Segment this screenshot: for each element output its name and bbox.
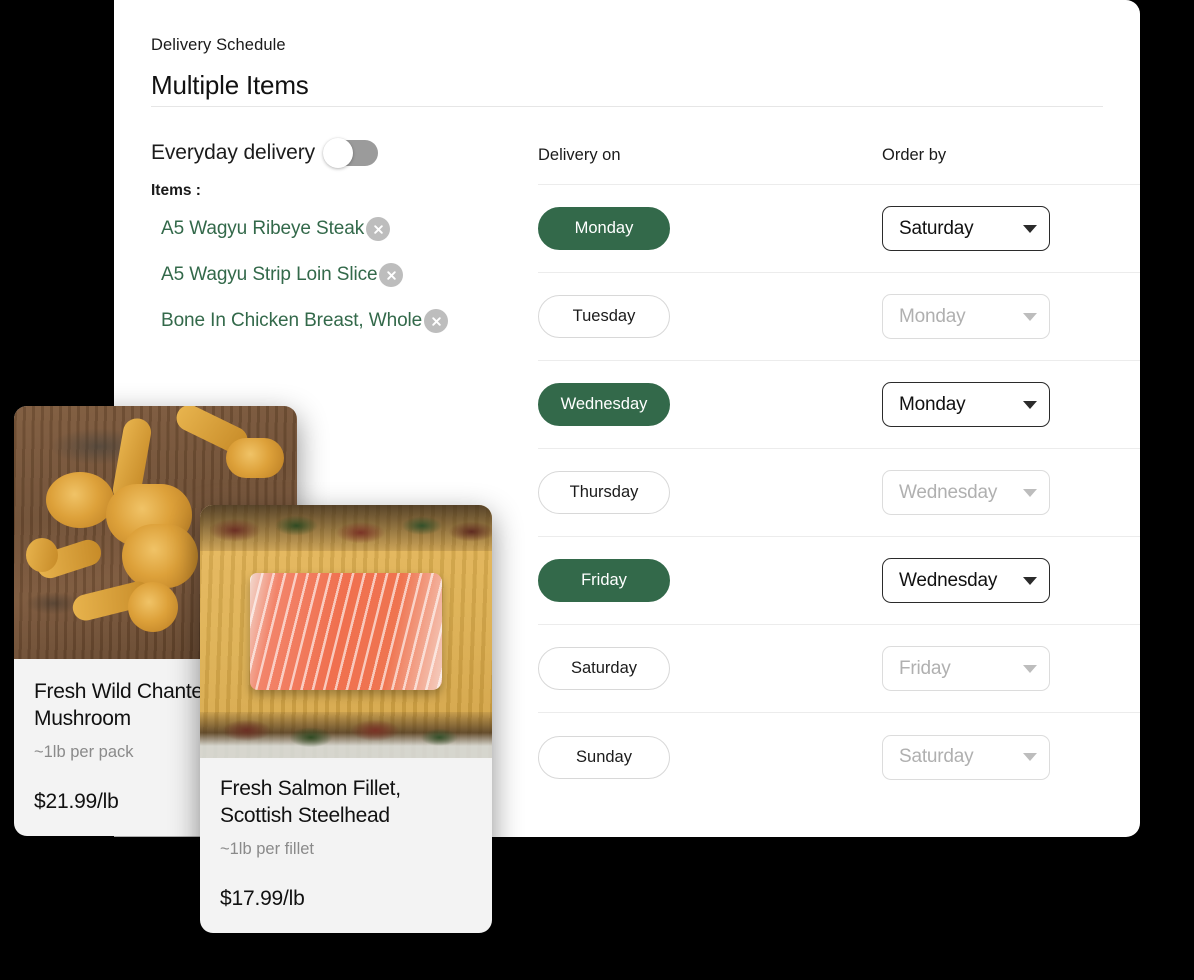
order-by-select-saturday[interactable]: Friday — [882, 646, 1050, 691]
day-toggle-sunday[interactable]: Sunday — [538, 735, 670, 779]
day-label: Monday — [574, 219, 634, 237]
everyday-delivery-toggle[interactable] — [323, 138, 379, 168]
order-by-value: Saturday — [899, 217, 974, 239]
order-by-value: Wednesday — [899, 569, 998, 591]
chevron-down-icon — [1023, 753, 1037, 761]
chevron-down-icon — [1023, 576, 1037, 585]
column-header-delivery-on: Delivery on — [538, 146, 621, 164]
everyday-delivery-row: Everyday delivery — [151, 138, 379, 168]
table-header-row: Delivery on Order by — [538, 132, 1140, 185]
table-row: Wednesday Monday — [538, 361, 1140, 449]
day-toggle-tuesday[interactable]: Tuesday — [538, 295, 670, 338]
order-by-select-monday[interactable]: Saturday — [882, 206, 1050, 251]
order-by-value: Monday — [899, 305, 966, 327]
order-by-value: Friday — [899, 657, 951, 679]
close-circle-icon[interactable] — [424, 309, 449, 333]
list-item: A5 Wagyu Ribeye Steak — [161, 212, 448, 246]
product-subtitle: ~1lb per fillet — [220, 839, 315, 858]
day-toggle-saturday[interactable]: Saturday — [538, 647, 670, 690]
product-title: Fresh Salmon Fillet, Scottish Steelhead — [220, 777, 401, 827]
chevron-down-icon — [1023, 488, 1037, 497]
chevron-down-icon — [1023, 224, 1037, 233]
item-name: Bone In Chicken Breast, Whole — [161, 310, 423, 331]
day-label: Tuesday — [572, 307, 636, 325]
order-by-select-tuesday[interactable]: Monday — [882, 294, 1050, 339]
table-row: Monday Saturday — [538, 185, 1140, 273]
day-toggle-monday[interactable]: Monday — [538, 207, 670, 250]
product-card-salmon[interactable]: Fresh Salmon Fillet, Scottish Steelhead … — [200, 505, 492, 933]
screen: Delivery Schedule Multiple Items Everyda… — [0, 0, 1194, 980]
list-item: Bone In Chicken Breast, Whole — [161, 304, 449, 338]
product-info-salmon: Fresh Salmon Fillet, Scottish Steelhead … — [200, 758, 492, 933]
page-title: Multiple Items — [151, 70, 309, 100]
day-label: Friday — [581, 571, 627, 589]
day-label: Saturday — [570, 659, 638, 677]
product-photo-salmon — [200, 505, 492, 758]
close-circle-icon[interactable] — [379, 263, 404, 287]
order-by-value: Wednesday — [899, 481, 998, 503]
item-name: A5 Wagyu Ribeye Steak — [161, 218, 365, 239]
close-circle-icon[interactable] — [366, 217, 391, 241]
order-by-select-wednesday[interactable]: Monday — [882, 382, 1050, 427]
product-price: $17.99/lb — [220, 886, 305, 910]
table-row: Sunday Saturday — [538, 713, 1140, 801]
chevron-down-icon — [1023, 400, 1037, 409]
day-toggle-wednesday[interactable]: Wednesday — [538, 383, 670, 426]
order-by-value: Monday — [899, 393, 966, 415]
title-divider — [151, 106, 1103, 107]
day-toggle-thursday[interactable]: Thursday — [538, 471, 670, 514]
table-row: Friday Wednesday — [538, 537, 1140, 625]
day-label: Sunday — [576, 747, 632, 766]
breadcrumb: Delivery Schedule — [151, 36, 286, 54]
day-toggle-friday[interactable]: Friday — [538, 559, 670, 602]
item-name: A5 Wagyu Strip Loin Slice — [161, 264, 378, 285]
order-by-select-sunday[interactable]: Saturday — [882, 734, 1050, 780]
order-by-value: Saturday — [899, 746, 974, 767]
column-header-order-by: Order by — [882, 146, 947, 164]
chevron-down-icon — [1023, 312, 1037, 321]
day-label: Wednesday — [560, 395, 648, 413]
list-item: A5 Wagyu Strip Loin Slice — [161, 258, 448, 292]
everyday-delivery-label: Everyday delivery — [151, 141, 316, 164]
day-label: Thursday — [569, 483, 639, 501]
table-row: Thursday Wednesday — [538, 449, 1140, 537]
chevron-down-icon — [1023, 664, 1037, 673]
toggle-knob — [323, 138, 354, 168]
order-by-select-thursday[interactable]: Wednesday — [882, 470, 1050, 515]
order-by-select-friday[interactable]: Wednesday — [882, 558, 1050, 603]
table-row: Tuesday Monday — [538, 273, 1140, 361]
delivery-schedule-table: Delivery on Order by Monday Saturday Tue… — [538, 132, 1140, 801]
table-row: Saturday Friday — [538, 625, 1140, 713]
items-label: Items : — [151, 182, 201, 199]
selected-items-list: A5 Wagyu Ribeye Steak A5 Wagyu Strip Loi… — [161, 212, 449, 350]
